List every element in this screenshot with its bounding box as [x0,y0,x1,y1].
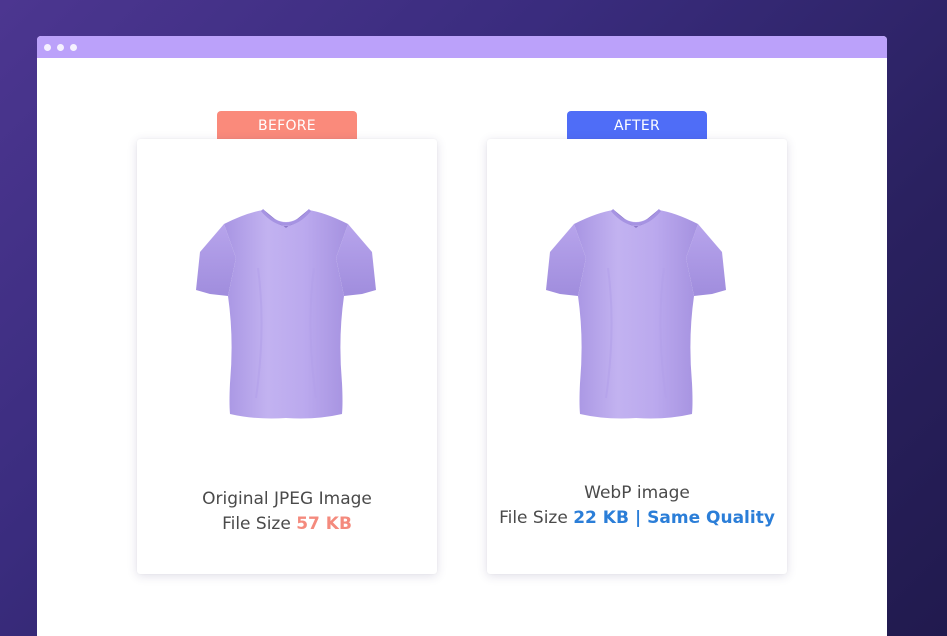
after-quality-label: Same Quality [647,508,775,528]
before-card: Original JPEG Image File Size 57 KB [137,139,437,574]
after-card: WebP image File Size 22 KB | Same Quality [487,139,787,574]
before-size-value: 57 KB [296,514,352,534]
browser-window: BEFORE AFTER Original JPEG Image File Si… [37,36,887,636]
after-caption: WebP image File Size 22 KB | Same Quality [487,481,787,531]
after-size-label: File Size [499,508,568,528]
after-separator: | [634,508,642,528]
after-tag: AFTER [567,111,707,139]
after-image-format: WebP image [584,483,690,503]
window-control-dot[interactable] [44,44,51,51]
after-size-line: File Size 22 KB | Same Quality [487,506,787,531]
after-size-value: 22 KB [573,508,629,528]
tshirt-icon [546,209,726,419]
before-size-label: File Size [222,514,291,534]
before-tag: BEFORE [217,111,357,139]
tshirt-icon [196,209,376,419]
window-titlebar [37,36,887,58]
before-size-line: File Size 57 KB [137,512,437,537]
before-caption: Original JPEG Image File Size 57 KB [137,487,437,537]
window-control-dot[interactable] [57,44,64,51]
before-image-format: Original JPEG Image [202,489,372,509]
window-control-dot[interactable] [70,44,77,51]
